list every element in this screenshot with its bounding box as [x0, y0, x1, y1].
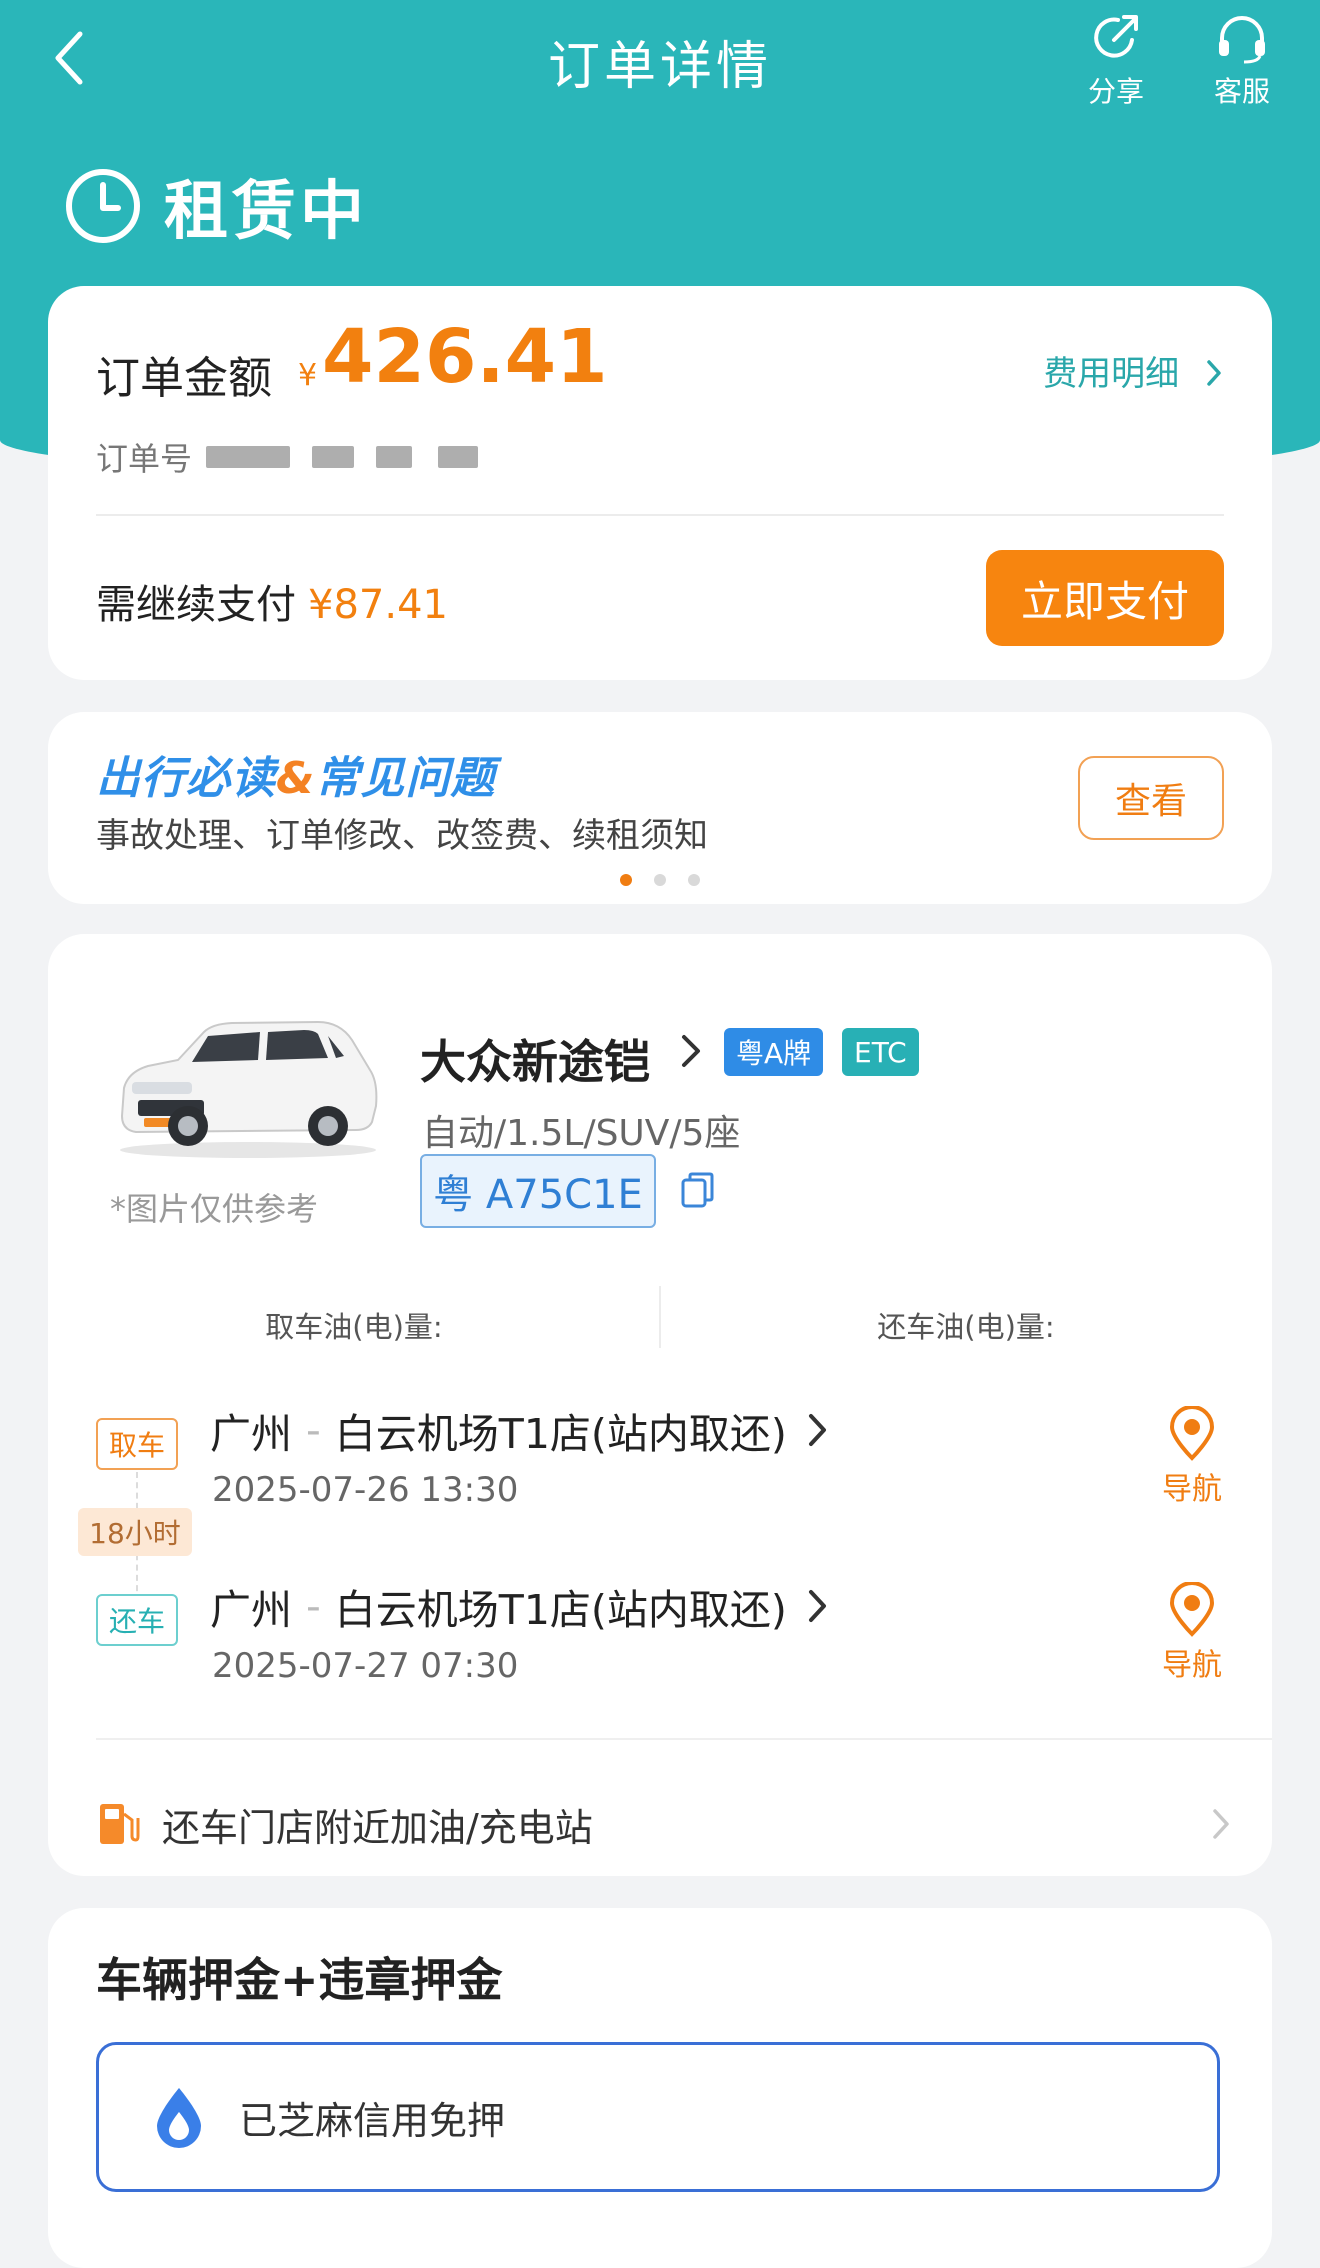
need-pay-label: 需继续支付: [96, 582, 296, 628]
chevron-right-icon[interactable]: [676, 1030, 704, 1072]
faq-subtitle: 事故处理、订单修改、改签费、续租须知: [96, 816, 708, 856]
pickup-fuel-level-label: 取车油(电)量:: [265, 1310, 443, 1344]
amount-label: 订单金额: [96, 353, 272, 404]
nearby-gas-station-link[interactable]: 还车门店附近加油/充电站: [94, 1784, 1232, 1864]
car-image: [120, 1020, 378, 1158]
city-store-separator: -: [306, 1582, 321, 1630]
order-number: 订单号: [96, 434, 479, 480]
carousel-dot[interactable]: [620, 874, 632, 886]
faq-title-part1: 出行必读: [96, 753, 276, 804]
car-trip-card: *图片仅供参考 大众新途铠 粤A牌 ETC 自动/1.5L/SUV/5座 粤 A…: [48, 934, 1272, 1876]
faq-title: 出行必读&常见问题: [96, 742, 495, 806]
carousel-dot[interactable]: [688, 874, 700, 886]
credit-exemption-text: 已芝麻信用免押: [239, 2098, 506, 2143]
order-amount-card: 订单金额 ¥ 426.41 费用明细 订单号 需继续支付 ¥87.41 立即支付: [48, 286, 1272, 680]
customer-service-button[interactable]: 客服: [1192, 10, 1292, 110]
return-store-link[interactable]: 广州 - 白云机场T1店(站内取还): [210, 1576, 829, 1636]
share-button[interactable]: 分享: [1066, 10, 1166, 110]
location-pin-icon: [1169, 1582, 1215, 1637]
return-time: 2025-07-27 07:30: [212, 1646, 519, 1686]
nearby-gas-station-label: 还车门店附近加油/充电站: [162, 1805, 593, 1850]
clock-icon: [66, 169, 140, 243]
chevron-right-icon: [1207, 360, 1221, 386]
city-store-separator: -: [306, 1406, 321, 1454]
pickup-time: 2025-07-26 13:30: [212, 1470, 519, 1510]
headset-icon: [1219, 16, 1265, 64]
redacted-order-number: [438, 446, 479, 468]
pay-now-button[interactable]: 立即支付: [986, 550, 1224, 646]
image-reference-note: *图片仅供参考: [110, 1190, 319, 1228]
chevron-right-icon: [808, 1590, 826, 1622]
gas-pump-icon: [100, 1804, 140, 1844]
sesame-credit-icon: [157, 2088, 201, 2148]
redacted-order-number: [312, 446, 355, 468]
credit-deposit-exemption: 已芝麻信用免押: [96, 2042, 1220, 2192]
need-pay-amount: ¥87.41: [308, 582, 448, 628]
return-fuel-level-label: 还车油(电)量:: [877, 1310, 1055, 1344]
redacted-order-number: [206, 446, 291, 468]
return-city: 广州: [210, 1586, 292, 1634]
faq-title-amp: &: [276, 753, 316, 804]
copy-icon[interactable]: [678, 1170, 718, 1210]
deposit-title: 车辆押金+违章押金: [96, 1953, 503, 2007]
pickup-store-link[interactable]: 广州 - 白云机场T1店(站内取还): [210, 1400, 829, 1460]
rental-duration: 18小时: [78, 1508, 192, 1556]
card-divider: [96, 514, 1224, 516]
deposit-card: 车辆押金+违章押金 已芝麻信用免押: [48, 1908, 1272, 2268]
currency-symbol: ¥: [298, 358, 318, 393]
pickup-navigate-button[interactable]: 导航: [1152, 1406, 1232, 1508]
plate-region-tag: 粤A牌: [724, 1028, 824, 1076]
return-store: 白云机场T1店(站内取还): [334, 1586, 787, 1634]
share-icon: [1094, 15, 1138, 58]
navigate-label: 导航: [1162, 1648, 1222, 1683]
carousel-indicator: [48, 874, 1272, 886]
pickup-badge: 取车: [96, 1418, 178, 1470]
status-text: 租赁中: [164, 175, 368, 249]
card-divider: [96, 1738, 1272, 1740]
share-label: 分享: [1087, 75, 1144, 108]
order-amount: 426.41: [322, 314, 608, 400]
faq-card: 出行必读&常见问题 事故处理、订单修改、改签费、续租须知 查看: [48, 712, 1272, 904]
return-navigate-button[interactable]: 导航: [1152, 1582, 1232, 1684]
return-badge: 还车: [96, 1594, 178, 1646]
navigate-label: 导航: [1162, 1472, 1222, 1507]
order-number-label: 订单号: [96, 440, 193, 478]
car-model-name[interactable]: 大众新途铠: [420, 1026, 650, 1092]
fee-detail-label: 费用明细: [1043, 354, 1180, 394]
chevron-right-icon: [808, 1414, 826, 1446]
pickup-store: 白云机场T1店(站内取还): [334, 1410, 787, 1458]
top-bar: 订单详情 分享 客服: [0, 0, 1320, 120]
redacted-order-number: [376, 446, 413, 468]
outstanding-payment: 需继续支付 ¥87.41: [96, 572, 448, 630]
faq-title-part2: 常见问题: [315, 753, 496, 804]
service-label: 客服: [1213, 75, 1270, 108]
chevron-right-icon: [1213, 1809, 1229, 1839]
license-plate: 粤 A75C1E: [420, 1154, 656, 1228]
rental-status: 租赁中: [64, 160, 368, 252]
fee-detail-link[interactable]: 费用明细: [1043, 346, 1224, 395]
pickup-city: 广州: [210, 1410, 292, 1458]
view-faq-button[interactable]: 查看: [1078, 756, 1224, 840]
car-specs: 自动/1.5L/SUV/5座: [422, 1113, 741, 1154]
etc-tag: ETC: [842, 1028, 919, 1076]
carousel-dot[interactable]: [654, 874, 666, 886]
location-pin-icon: [1169, 1406, 1215, 1461]
